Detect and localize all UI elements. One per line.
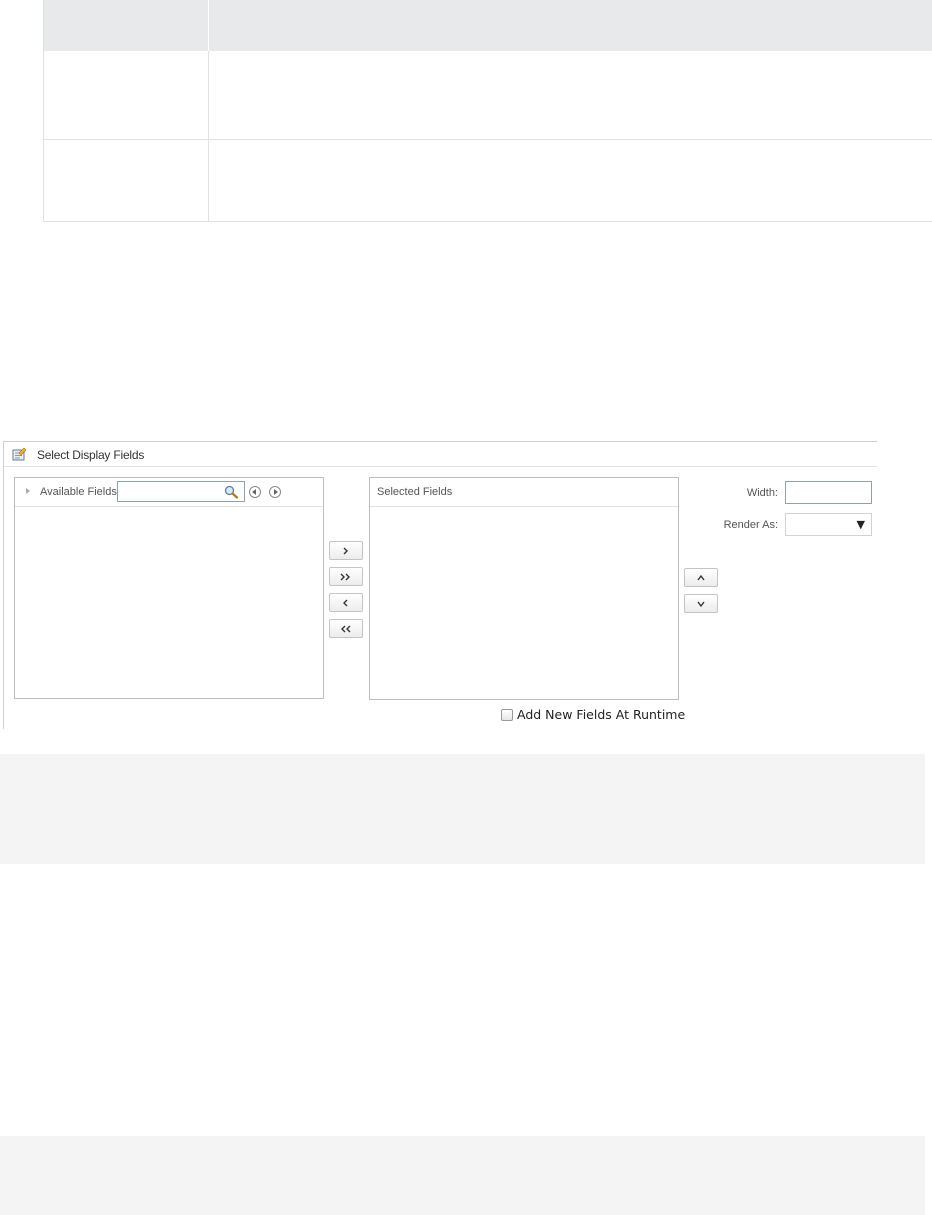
selected-fields-list[interactable]: Selected Fields <box>369 477 679 700</box>
dialog-title: Select Display Fields <box>37 448 145 462</box>
double-chevron-left-icon <box>341 625 351 632</box>
next-match-icon[interactable] <box>269 486 281 498</box>
chevron-down-icon <box>697 601 705 607</box>
available-fields-header: Available Fields <box>15 478 323 507</box>
select-display-fields-dialog: Select Display Fields Available Fields S… <box>3 441 877 729</box>
double-chevron-right-icon <box>340 573 350 580</box>
dialog-titlebar: Select Display Fields <box>4 442 877 467</box>
previous-match-icon[interactable] <box>249 486 261 498</box>
doc-table-header-divider <box>208 0 209 51</box>
note-block <box>0 754 925 864</box>
form-edit-icon <box>12 447 26 461</box>
chevron-right-icon <box>343 547 348 554</box>
remove-selected-button[interactable] <box>329 593 363 612</box>
selected-fields-header: Selected Fields <box>370 478 678 507</box>
doc-table-row-divider <box>44 139 932 140</box>
chevron-left-icon <box>343 599 348 606</box>
dropdown-caret-icon: ▼ <box>856 518 865 531</box>
remove-all-button[interactable] <box>329 619 363 638</box>
add-new-fields-at-runtime-checkbox[interactable] <box>501 709 513 721</box>
available-fields-label: Available Fields <box>40 486 117 498</box>
move-up-button[interactable] <box>684 568 718 587</box>
chevron-up-icon <box>697 574 705 580</box>
note-block <box>0 1136 925 1215</box>
render-as-label: Render As: <box>723 519 778 531</box>
doc-table-header <box>44 0 932 51</box>
add-new-fields-at-runtime-label[interactable]: Add New Fields At Runtime <box>517 707 685 722</box>
add-selected-button[interactable] <box>329 541 363 560</box>
available-fields-list[interactable]: Available Fields <box>14 477 324 699</box>
width-input[interactable] <box>785 481 872 504</box>
add-all-button[interactable] <box>329 567 363 586</box>
selected-fields-label: Selected Fields <box>377 486 453 498</box>
move-down-button[interactable] <box>684 594 718 613</box>
search-icon[interactable] <box>224 485 238 499</box>
expand-arrow-icon[interactable] <box>26 488 30 494</box>
doc-table <box>43 0 932 222</box>
width-label: Width: <box>746 487 778 499</box>
render-as-select[interactable]: ▼ <box>785 513 872 536</box>
